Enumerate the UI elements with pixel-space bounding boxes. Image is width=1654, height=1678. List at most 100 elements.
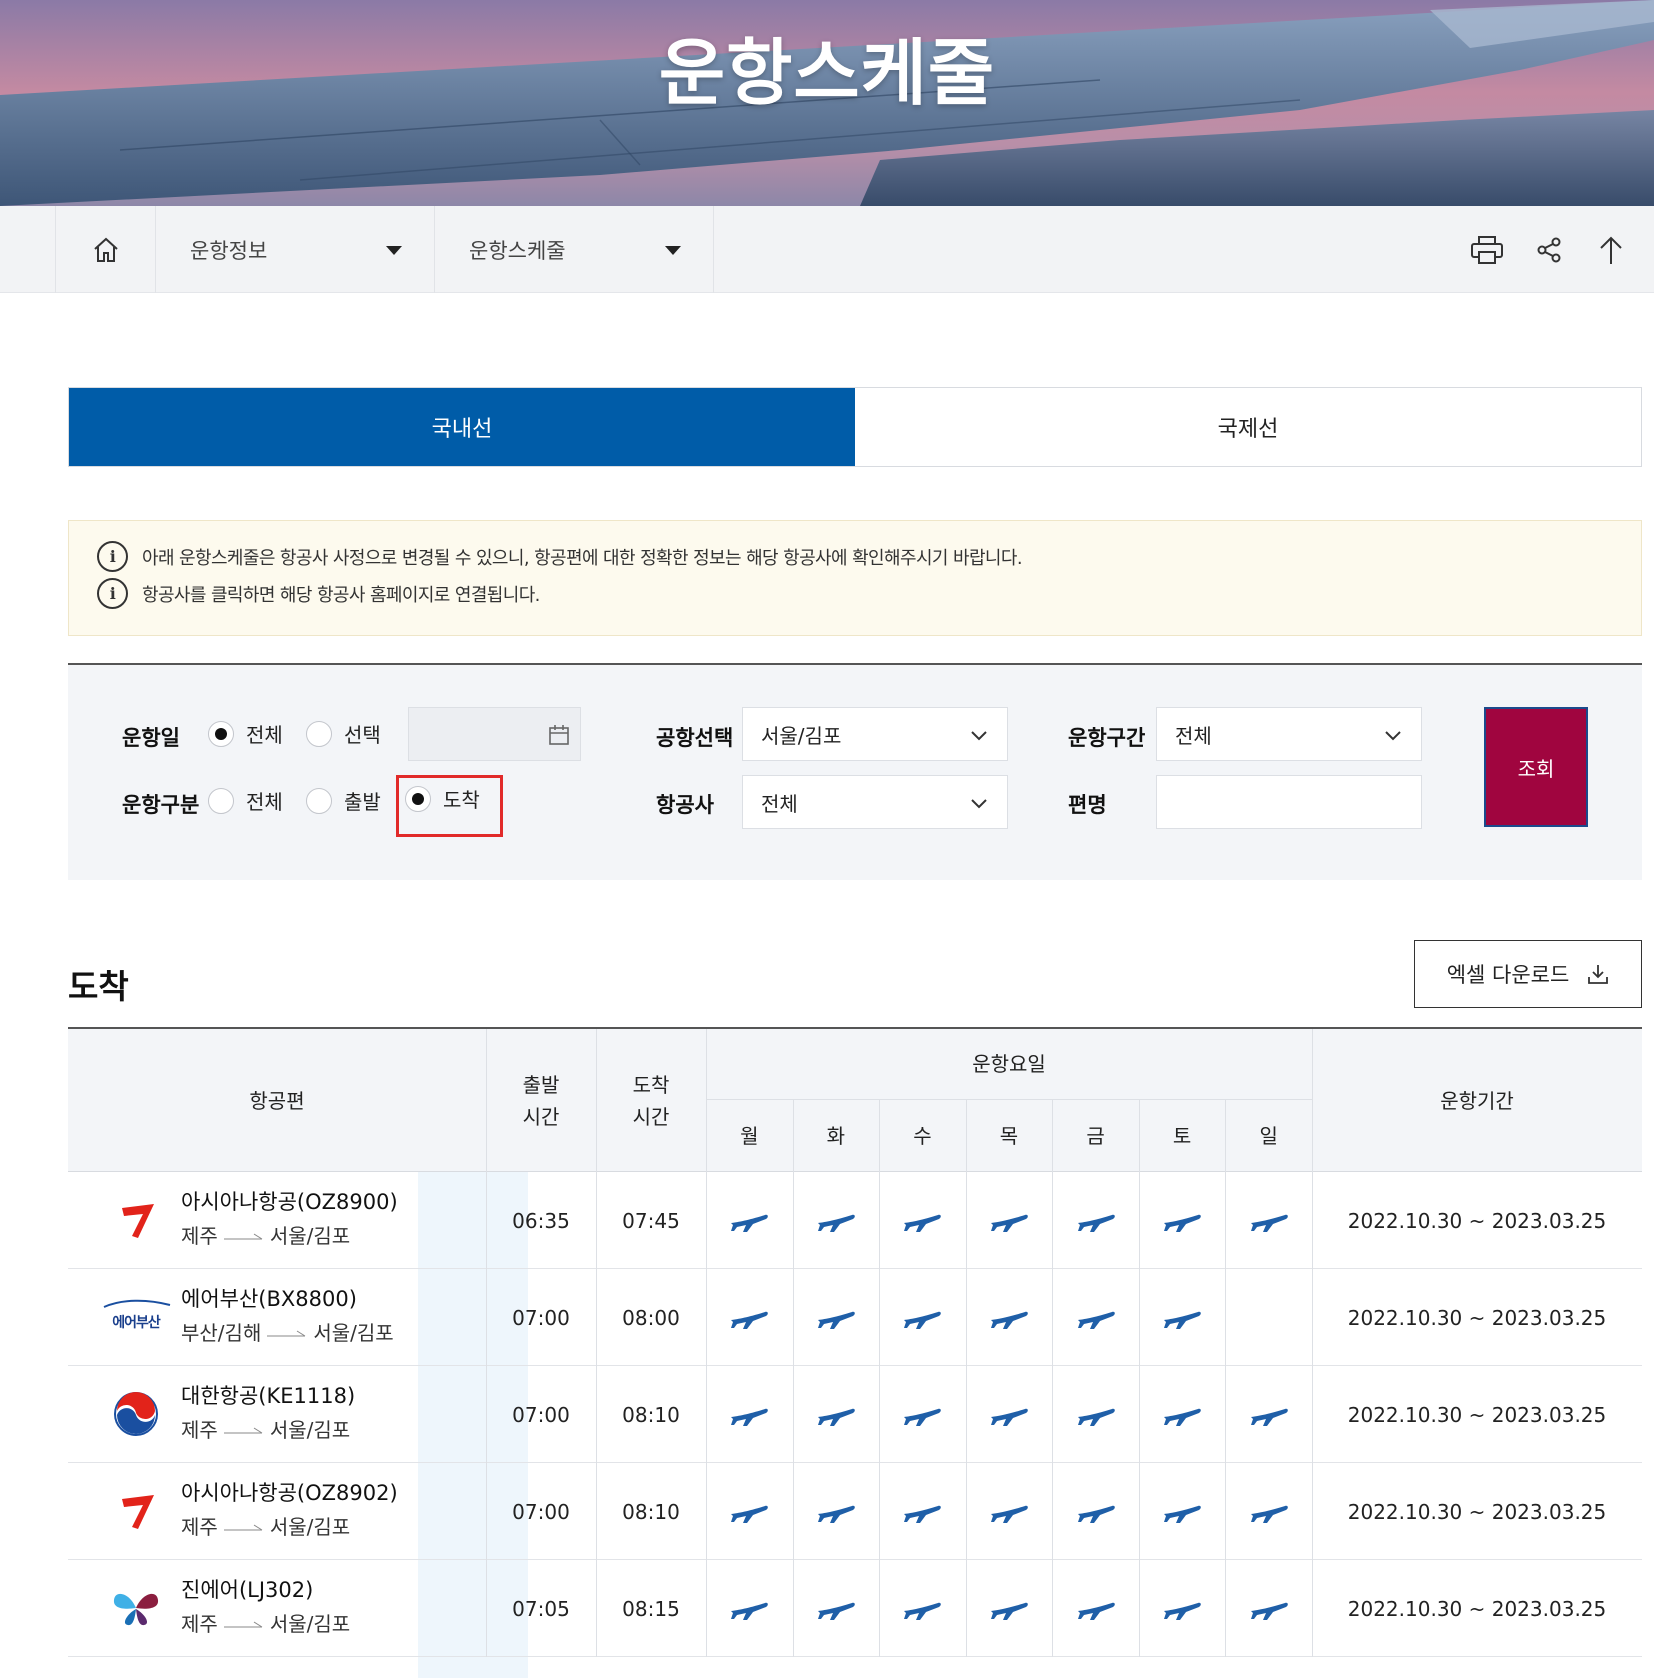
table-row: 아시아나항공(OZ8902) 제주 서울/김포 07:00 08:10 2022.10.3… <box>68 1463 1642 1560</box>
schedule-table: 항공편 출발 시간 도착 시간 운항요일 운항기간 월 화 수 목 금 토 일 아시아나항공… <box>68 1027 1642 1657</box>
airplane-icon <box>729 1403 769 1427</box>
flight-route: 제주 서울/김포 <box>181 1414 350 1443</box>
table-body: 아시아나항공(OZ8900) 제주 서울/김포 06:35 07:45 2022.10.3… <box>68 1172 1642 1657</box>
day-cell <box>1139 1560 1226 1657</box>
hero-banner: 운항스케줄 <box>0 0 1654 206</box>
operating-period: 2022.10.30 ~ 2023.03.25 <box>1347 1305 1607 1330</box>
day-cell <box>966 1463 1053 1560</box>
tab-domestic[interactable]: 국내선 <box>69 388 855 466</box>
airline-select[interactable]: 전체 <box>742 775 1008 829</box>
scroll-top-button[interactable] <box>1594 233 1628 267</box>
operating-period: 2022.10.30 ~ 2023.03.25 <box>1347 1208 1607 1233</box>
excel-download-button[interactable]: 엑셀 다운로드 <box>1414 940 1642 1008</box>
airport-select-value: 서울/김포 <box>761 723 842 748</box>
operating-period: 2022.10.30 ~ 2023.03.25 <box>1347 1402 1607 1427</box>
route-from: 제주 <box>181 1515 218 1539</box>
airline-select-value: 전체 <box>761 791 798 816</box>
print-button[interactable] <box>1470 233 1504 267</box>
route-arrow-icon <box>223 1621 263 1627</box>
day-cell <box>1139 1269 1226 1366</box>
breadcrumb-dropdown-level1[interactable]: 운항정보 <box>155 206 434 293</box>
download-icon <box>1588 965 1609 984</box>
radio-label: 전체 <box>246 723 283 747</box>
day-cell <box>1052 1172 1139 1269</box>
selection-highlight-box <box>396 775 503 837</box>
flight-route: 부산/김해 서울/김포 <box>181 1317 394 1346</box>
breadcrumb: 운항정보 운항스케줄 <box>0 206 1654 293</box>
day-cell <box>706 1269 793 1366</box>
day-cell <box>706 1366 793 1463</box>
home-button[interactable] <box>55 206 155 293</box>
airplane-icon <box>729 1209 769 1233</box>
date-radio-all[interactable]: 전체 <box>208 719 283 748</box>
excel-download-label: 엑셀 다운로드 <box>1446 963 1570 987</box>
caret-down-icon <box>665 246 681 255</box>
airplane-icon <box>1076 1403 1116 1427</box>
flight-name-link[interactable]: 아시아나항공(OZ8900) <box>181 1186 398 1216</box>
day-cell <box>1052 1366 1139 1463</box>
notice-item: i 아래 운항스케줄은 항공사 사정으로 변경될 수 있으니, 항공편에 대한 … <box>97 541 1023 572</box>
flightno-input[interactable] <box>1156 775 1422 829</box>
flight-type-tabs: 국내선 국제선 <box>68 387 1642 467</box>
departure-time: 06:35 <box>512 1208 570 1233</box>
airplane-icon <box>989 1500 1029 1524</box>
header-day: 수 <box>913 1123 932 1148</box>
notice-box: i 아래 운항스케줄은 항공사 사정으로 변경될 수 있으니, 항공편에 대한 … <box>68 520 1642 636</box>
section-select[interactable]: 전체 <box>1156 707 1422 761</box>
chevron-down-icon <box>971 731 987 741</box>
day-cell <box>879 1463 966 1560</box>
type-label: 운항구분 <box>122 793 200 817</box>
section-label: 운항구간 <box>1068 726 1146 750</box>
asiana-logo[interactable] <box>90 1190 182 1250</box>
share-icon <box>1537 237 1561 262</box>
type-radio-departure[interactable]: 출발 <box>306 786 381 815</box>
departure-time: 07:00 <box>512 1499 570 1524</box>
jinair-logo[interactable] <box>90 1578 182 1638</box>
date-radio-select[interactable]: 선택 <box>306 719 381 748</box>
calendar-icon[interactable] <box>548 724 570 746</box>
flight-name-link[interactable]: 대한항공(KE1118) <box>181 1380 355 1410</box>
airplane-icon <box>1076 1500 1116 1524</box>
type-radio-all[interactable]: 전체 <box>208 786 283 815</box>
route-arrow-icon <box>223 1427 263 1433</box>
header-day: 금 <box>1086 1123 1105 1148</box>
airplane-icon <box>902 1500 942 1524</box>
airplane-icon <box>1076 1209 1116 1233</box>
day-cell <box>793 1172 880 1269</box>
flightno-label: 편명 <box>1068 793 1107 817</box>
breadcrumb-dropdown-level2[interactable]: 운항스케줄 <box>434 206 714 293</box>
airplane-icon <box>989 1306 1029 1330</box>
airplane-icon <box>816 1209 856 1233</box>
day-cell <box>793 1366 880 1463</box>
day-cell <box>1052 1269 1139 1366</box>
airport-select[interactable]: 서울/김포 <box>742 707 1008 761</box>
header-arrival-time: 도착 시간 <box>632 1072 670 1129</box>
chevron-down-icon <box>971 799 987 809</box>
arrival-time: 07:45 <box>622 1208 680 1233</box>
airplane-icon <box>816 1597 856 1621</box>
breadcrumb-label-level2: 운항스케줄 <box>469 238 566 263</box>
flight-name-link[interactable]: 에어부산(BX8800) <box>181 1283 357 1313</box>
search-button[interactable]: 조회 <box>1484 707 1588 827</box>
airplane-icon <box>1249 1209 1289 1233</box>
airplane-icon <box>902 1597 942 1621</box>
tab-international[interactable]: 국제선 <box>855 388 1641 466</box>
airplane-icon <box>1162 1403 1202 1427</box>
airbusan-logo[interactable]: 에어부산 <box>90 1287 182 1347</box>
day-cell <box>966 1366 1053 1463</box>
flight-name-link[interactable]: 아시아나항공(OZ8902) <box>181 1477 398 1507</box>
radio-unchecked-icon <box>306 787 332 814</box>
section-title: 도착 <box>68 967 129 1006</box>
airplane-icon <box>1249 1500 1289 1524</box>
flight-name-link[interactable]: 진에어(LJ302) <box>181 1574 313 1604</box>
route-arrow-icon <box>223 1233 263 1239</box>
date-input[interactable] <box>408 707 581 761</box>
arrival-time: 08:10 <box>622 1499 680 1524</box>
airport-label: 공항선택 <box>656 726 734 750</box>
share-button[interactable] <box>1532 233 1566 267</box>
day-cell <box>1139 1463 1226 1560</box>
koreanair-logo[interactable] <box>90 1384 182 1444</box>
asiana-logo[interactable] <box>90 1481 182 1541</box>
route-to: 서울/김포 <box>269 1224 351 1248</box>
chevron-down-icon <box>1385 731 1401 741</box>
